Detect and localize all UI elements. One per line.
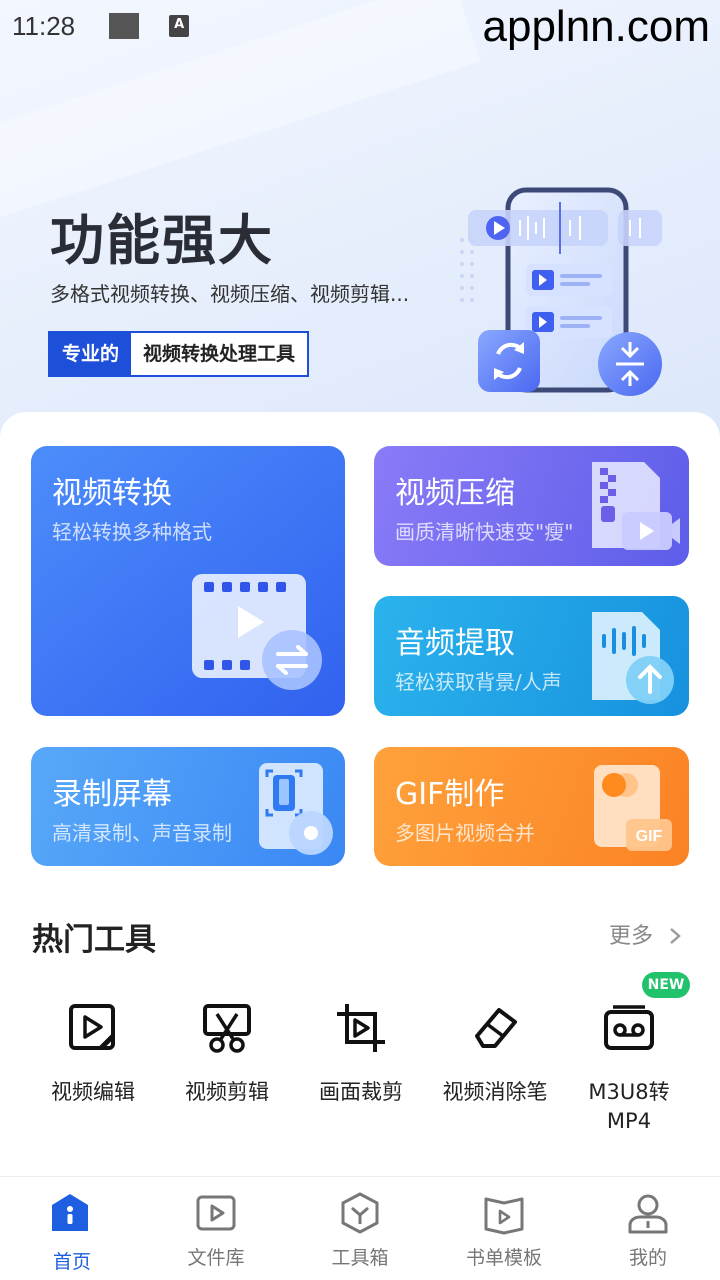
hot-tools-header: 热门工具 更多 (32, 912, 688, 958)
book-template-icon (484, 1197, 524, 1235)
hot-tools-title: 热门工具 (32, 922, 156, 958)
card-title: 视频转换 (52, 476, 172, 511)
tab-label: 书单模板 (465, 1247, 542, 1269)
notification-icon (109, 13, 140, 39)
card-title: 音频提取 (395, 626, 515, 661)
tool-label: 视频剪辑 (185, 1080, 269, 1104)
tool-label: 画面裁剪 (319, 1080, 403, 1104)
hero-banner: 11:28 A applnn.com 功能强大 多格式视频转换、视频压缩、视频剪… (0, 0, 720, 440)
tab-label: 文件库 (187, 1247, 245, 1269)
screen-record-card[interactable]: 录制屏幕 高清录制、声音录制 (31, 747, 345, 866)
card-title: GIF制作 (395, 777, 505, 812)
tool-label: M3U8转MP4 (588, 1080, 670, 1133)
new-badge: NEW (642, 972, 690, 998)
more-link[interactable]: 更多 (609, 918, 682, 950)
video-edit-icon (69, 1004, 115, 1050)
main-content: 视频转换 轻松转换多种格式 视频压缩 画质清晰快速变"瘦" 音频提取 轻松获取背… (0, 412, 720, 1177)
card-title: 视频压缩 (395, 476, 515, 511)
card-subtitle: 画质清晰快速变"瘦" (395, 520, 574, 544)
tool-label: 视频编辑 (51, 1080, 135, 1104)
tab-book-template[interactable]: 书单模板 (432, 1177, 576, 1280)
tab-profile[interactable]: 我的 (576, 1177, 720, 1280)
card-subtitle: 轻松获取背景/人声 (395, 670, 562, 694)
app-notification-icon: A (169, 15, 190, 37)
toolbox-icon (341, 1192, 379, 1234)
gif-badge: GIF (636, 828, 663, 845)
scissors-icon (203, 1004, 251, 1053)
hot-tools-grid: 视频编辑 视频剪辑 画面裁剪 视频消除笔 NEW M3U8转MP4 (26, 972, 696, 1152)
card-subtitle: 轻松转换多种格式 (52, 520, 212, 544)
hero-subtitle: 多格式视频转换、视频压缩、视频剪辑... (50, 282, 410, 306)
hero-tag: 专业的 视频转换处理工具 (48, 331, 310, 377)
card-subtitle: 多图片视频合并 (395, 821, 535, 845)
bottom-tab-bar: 首页 文件库 工具箱 书单模板 我的 (0, 1176, 720, 1280)
cassette-icon (604, 1005, 654, 1050)
zip-video-icon (592, 462, 680, 550)
watermark: applnn.com (482, 2, 710, 51)
tab-home[interactable]: 首页 (0, 1177, 144, 1280)
home-icon (52, 1194, 88, 1231)
more-label: 更多 (608, 924, 653, 949)
tab-label: 工具箱 (331, 1247, 389, 1269)
tab-label: 我的 (628, 1247, 667, 1269)
screen-record-icon (259, 763, 333, 855)
chevron-right-icon (670, 928, 681, 944)
audio-extract-card[interactable]: 音频提取 轻松获取背景/人声 (374, 596, 689, 716)
audio-upload-icon (592, 612, 674, 704)
video-library-icon (196, 1195, 236, 1231)
tab-label: 首页 (52, 1251, 91, 1273)
video-convert-card[interactable]: 视频转换 轻松转换多种格式 (31, 446, 345, 716)
status-time: 11:28 (12, 10, 76, 41)
hero-title: 功能强大 (50, 209, 274, 272)
card-title: 录制屏幕 (52, 777, 172, 812)
gif-file-icon: GIF (594, 765, 672, 851)
crop-icon (337, 1004, 385, 1052)
tool-label: 视频消除笔 (442, 1080, 548, 1104)
hero-tag-primary: 专业的 (50, 333, 132, 375)
phone-illustration (460, 187, 662, 396)
tab-toolbox[interactable]: 工具箱 (288, 1177, 432, 1280)
tab-file-library[interactable]: 文件库 (144, 1177, 288, 1280)
video-compress-card[interactable]: 视频压缩 画质清晰快速变"瘦" (374, 446, 689, 566)
film-convert-icon (192, 574, 322, 690)
hero-tag-secondary: 视频转换处理工具 (143, 343, 296, 365)
gif-maker-card[interactable]: GIF制作 多图片视频合并 GIF (374, 747, 689, 866)
eraser-icon (475, 1008, 517, 1048)
card-subtitle: 高清录制、声音录制 (52, 821, 232, 845)
profile-icon (628, 1194, 668, 1234)
